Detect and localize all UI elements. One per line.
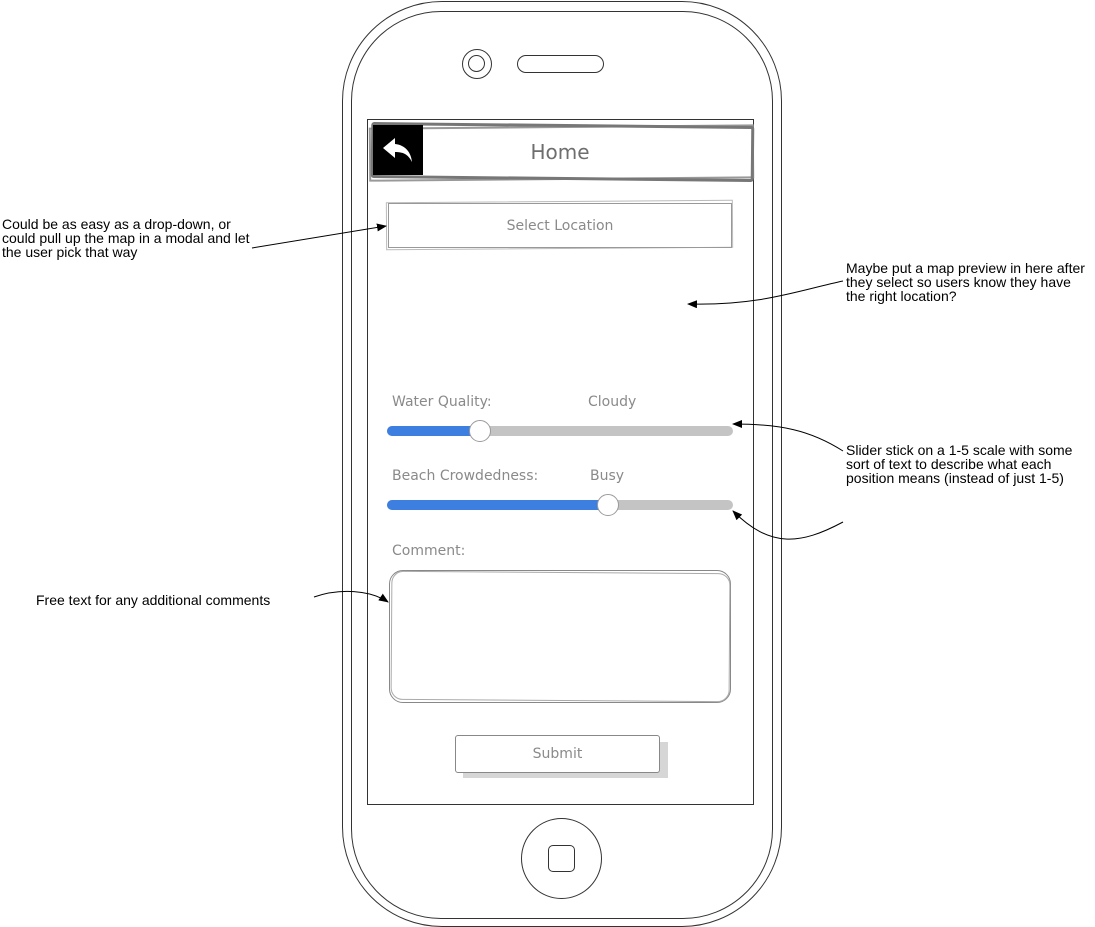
home-square-icon <box>548 845 575 872</box>
annotation-slider-note: Slider stick on a 1-5 scale with some so… <box>846 442 1073 486</box>
beach-crowdedness-slider-fill <box>387 500 609 510</box>
comment-textarea[interactable] <box>389 570 731 703</box>
annotation-comment-note: Free text for any additional comments <box>36 592 271 608</box>
annotation-map-note: Maybe put a map preview in here after th… <box>846 260 1085 304</box>
annotation-location-note: Could be as easy as a drop-down, or coul… <box>2 216 250 260</box>
beach-crowdedness-value: Busy <box>590 468 625 484</box>
beach-crowdedness-slider[interactable] <box>387 494 733 516</box>
water-quality-label: Water Quality: <box>392 394 492 410</box>
water-quality-slider[interactable] <box>387 420 733 442</box>
speaker-icon <box>517 55 604 73</box>
water-quality-value: Cloudy <box>588 394 637 410</box>
back-arrow-icon <box>383 138 412 162</box>
back-button[interactable] <box>373 125 423 175</box>
page-title: Home <box>530 140 590 164</box>
select-location-button[interactable]: Select Location <box>388 203 732 248</box>
camera-icon <box>462 49 492 79</box>
water-quality-slider-fill <box>387 426 481 436</box>
beach-crowdedness-label: Beach Crowdedness: <box>392 468 539 484</box>
comment-label: Comment: <box>392 543 466 559</box>
submit-button[interactable]: Submit <box>455 735 660 773</box>
